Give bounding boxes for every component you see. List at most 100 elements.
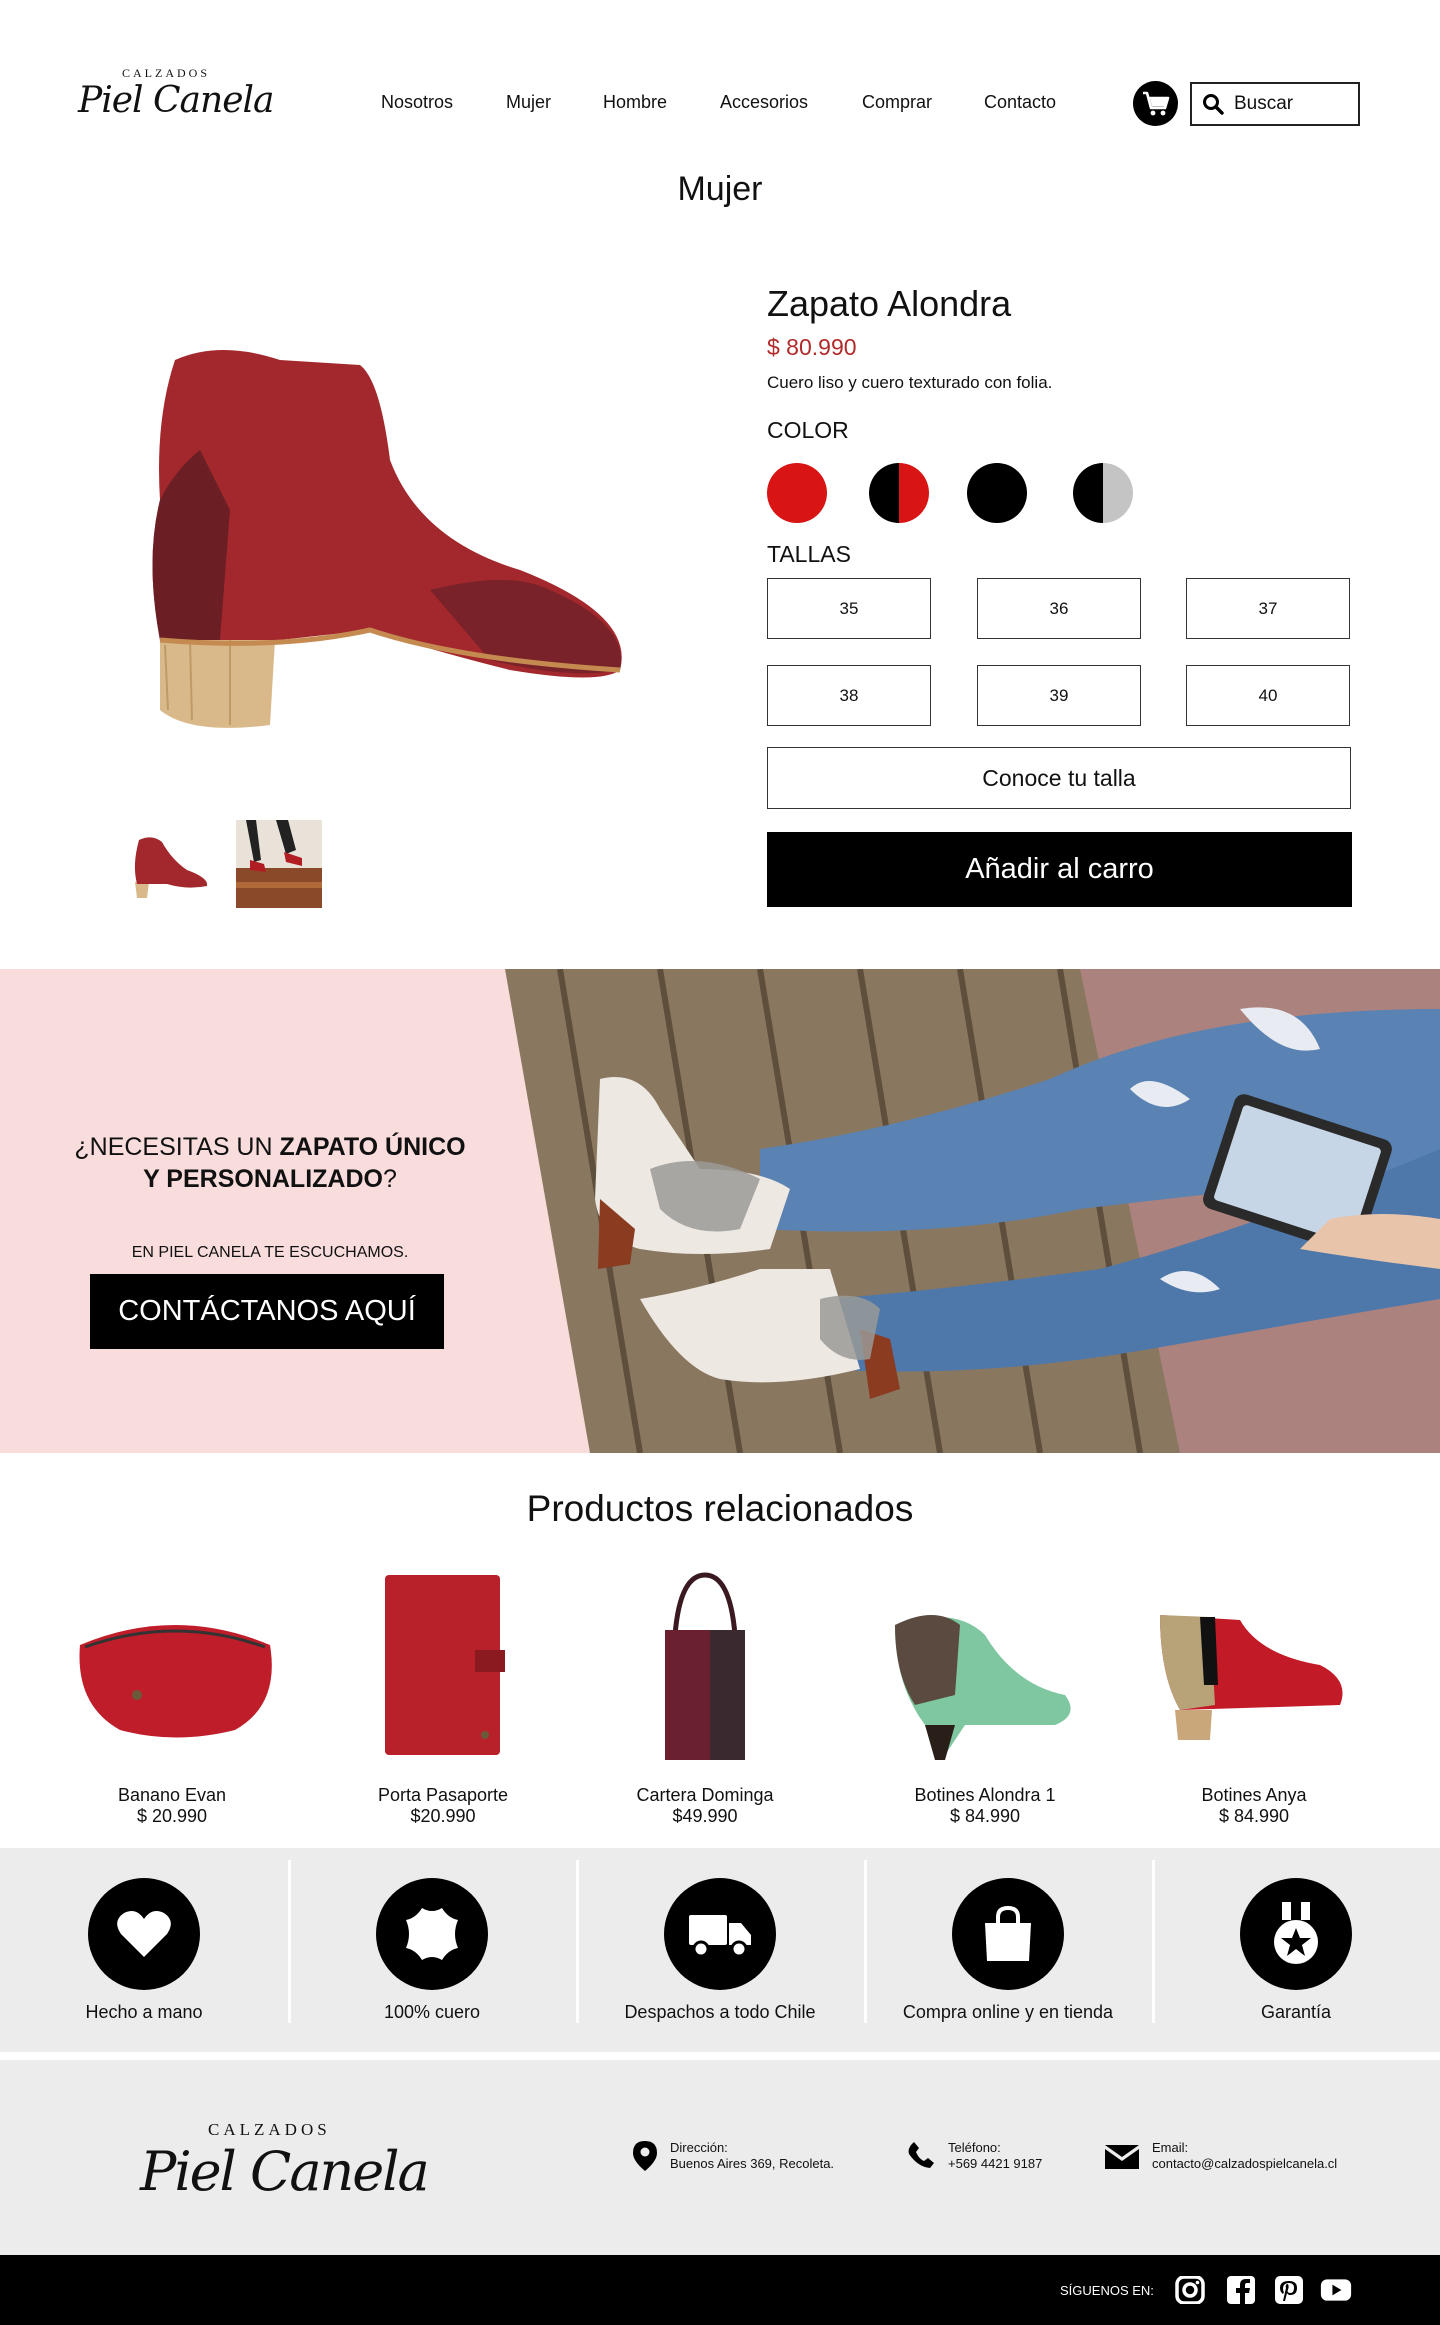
phone-icon [908,2142,934,2168]
color-swatch-black-red[interactable] [869,463,929,523]
feature-shipping: Despachos a todo Chile [576,1848,864,2052]
banner-subtitle: EN PIEL CANELA TE ESCUCHAMOS. [131,1244,409,1261]
related-product-image-3[interactable] [595,1565,815,1765]
search-box[interactable]: Buscar [1190,82,1360,126]
nav-mujer[interactable]: Mujer [506,92,551,113]
nav-contacto[interactable]: Contacto [984,92,1056,113]
search-placeholder: Buscar [1234,93,1294,114]
site-logo[interactable]: CALZADOS Piel Canela [78,62,274,124]
leather-icon [376,1878,488,1990]
footer-phone: Teléfono: +569 4421 9187 [906,2140,1042,2172]
logo-script-text: Piel Canela [78,80,274,121]
footer-logo-script-text: Piel Canela [140,2140,430,2203]
feature-label: Garantía [1260,2002,1332,2022]
footer-logo-top-text: CALZADOS [208,2120,331,2139]
heart-icon [88,1878,200,1990]
nav-comprar[interactable]: Comprar [862,92,932,113]
footer-address: Dirección: Buenos Aires 369, Recoleta. [632,2140,834,2172]
product-description: Cuero liso y cuero texturado con folia. [767,373,1053,392]
nav-nosotros[interactable]: Nosotros [381,92,453,113]
feature-warranty: Garantía [1152,1848,1440,2052]
logo-top-text: CALZADOS [122,66,211,80]
banner-question-bold-1: ZAPATO ÚNICO [279,1133,466,1161]
size-option-38[interactable]: 38 [767,665,931,726]
product-thumbnail-2[interactable] [236,820,322,908]
custom-shoe-banner: ¿NECESITAS UN ZAPATO ÚNICO Y PERSONALIZA… [0,969,1440,1453]
related-product-image-5[interactable] [1140,1565,1360,1765]
product-name: Zapato Alondra [767,283,1012,324]
banner-question-end: ? [382,1165,397,1193]
banner-question-bold-2: Y PERSONALIZADO [143,1165,383,1193]
product-main-image [152,350,622,728]
related-product-price: $20.990 [410,1806,476,1826]
address-value: Buenos Aires 369, Recoleta. [670,2156,835,2171]
color-swatch-black-grey[interactable] [1073,463,1133,523]
search-icon [1203,94,1224,115]
related-product-price: $ 84.990 [1218,1806,1290,1826]
facebook-icon[interactable] [1224,2276,1256,2304]
nav-accesorios[interactable]: Accesorios [720,92,808,113]
cart-icon [1142,91,1169,115]
related-product-name[interactable]: Botines Anya [1134,1785,1374,1806]
add-to-cart-button[interactable]: Añadir al carro [767,832,1352,907]
size-option-40[interactable]: 40 [1186,665,1350,726]
size-guide-button[interactable]: Conoce tu talla [767,747,1351,809]
cart-button[interactable] [1133,81,1178,126]
nav-hombre[interactable]: Hombre [603,92,667,113]
footer-logo[interactable]: CALZADOS Piel Canela [140,2118,430,2208]
related-products-title: Productos relacionados [526,1488,914,1529]
product-thumbnail-1[interactable] [127,820,213,908]
feature-divider [1152,1860,1155,2023]
features-bar: Hecho a mano 100% cuero Despachos a todo… [0,1848,1440,2052]
bag-icon [952,1878,1064,1990]
product-price: $ 80.990 [767,334,857,360]
location-pin-icon [633,2141,657,2171]
related-product-name[interactable]: Cartera Dominga [585,1785,825,1806]
related-product-image-1[interactable] [65,1565,285,1765]
email-label: Email: [1152,2140,1189,2155]
sizes-label: TALLAS [767,541,851,567]
color-swatch-red[interactable] [767,463,827,523]
color-swatch-black[interactable] [967,463,1027,523]
truck-icon [664,1878,776,1990]
related-product-image-4[interactable] [865,1565,1085,1765]
feature-label: Compra online y en tienda [902,2002,1114,2022]
email-value[interactable]: contacto@calzadospielcanela.cl [1152,2156,1337,2172]
phone-value[interactable]: +569 4421 9187 [948,2156,1042,2172]
size-option-37[interactable]: 37 [1186,578,1350,639]
related-product-name[interactable]: Botines Alondra 1 [865,1785,1105,1806]
feature-divider [288,1860,291,2023]
size-option-35[interactable]: 35 [767,578,931,639]
color-label: COLOR [767,417,849,443]
related-product-name[interactable]: Porta Pasaporte [323,1785,563,1806]
feature-label: 100% cuero [383,2002,481,2022]
related-product-name[interactable]: Banano Evan [52,1785,292,1806]
feature-divider [576,1860,579,2023]
contact-us-button[interactable]: CONTÁCTANOS AQUÍ [90,1274,444,1349]
feature-label: Despachos a todo Chile [624,2002,816,2022]
address-label: Dirección: [670,2140,728,2155]
feature-leather: 100% cuero [288,1848,576,2052]
banner-question: ¿NECESITAS UN ZAPATO ÚNICO Y PERSONALIZA… [40,1131,500,1195]
feature-handmade: Hecho a mano [0,1848,288,2052]
youtube-icon[interactable] [1320,2276,1352,2304]
related-product-image-2[interactable] [335,1565,555,1765]
pinterest-icon[interactable] [1272,2276,1304,2304]
instagram-icon[interactable] [1174,2276,1206,2304]
footer-email: Email: contacto@calzadospielcanela.cl [1104,2140,1337,2172]
feature-label: Hecho a mano [85,2002,203,2022]
banner-question-start: ¿NECESITAS UN [74,1133,280,1161]
related-product-price: $49.990 [672,1806,738,1826]
related-product-price: $ 84.990 [949,1806,1021,1826]
feature-store: Compra online y en tienda [864,1848,1152,2052]
medal-icon [1240,1878,1352,1990]
email-icon [1105,2145,1139,2169]
related-product-price: $ 20.990 [136,1806,208,1826]
follow-us-label: SÍGUENOS EN: [1060,2283,1154,2298]
feature-divider [864,1860,867,2023]
size-option-39[interactable]: 39 [977,665,1141,726]
phone-label: Teléfono: [948,2140,1001,2155]
banner-photo [505,969,1440,1453]
page-title: Mujer [677,170,763,208]
size-option-36[interactable]: 36 [977,578,1141,639]
